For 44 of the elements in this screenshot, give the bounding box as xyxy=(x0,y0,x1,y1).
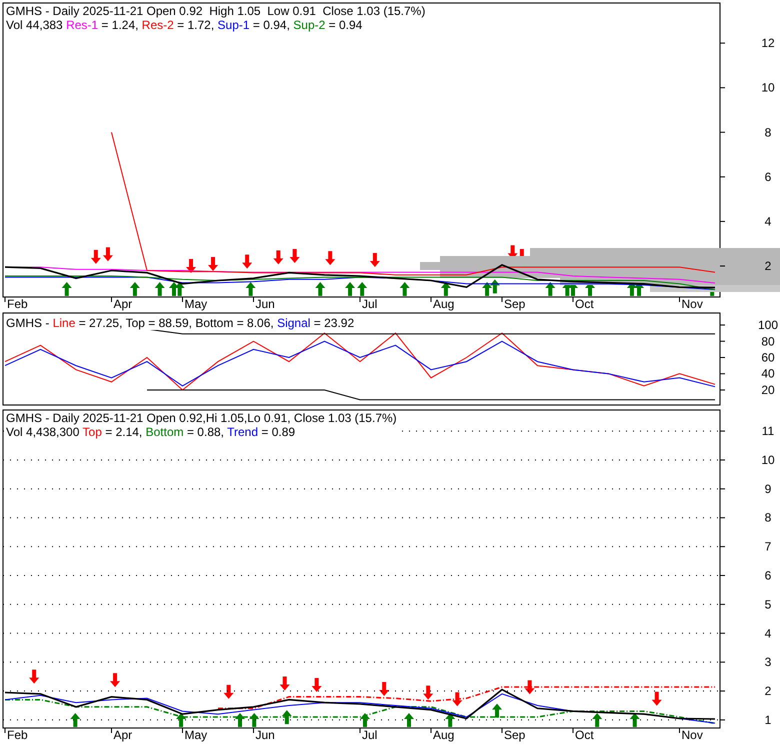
axis-tick-label: Oct xyxy=(575,728,594,742)
axis-tick-label: Sep xyxy=(504,297,526,311)
chart-legend: GMHS - Line = 27.25, Top = 88.59, Bottom = 8.06, Signal = 23.92 xyxy=(6,316,354,330)
chart-title: GMHS - Daily 2025-11-21 Open 0.92,Hi 1.05,Lo 0.91, Close 1.03 (15.7%) xyxy=(6,411,397,425)
axis-tick-label: 9 xyxy=(764,482,772,496)
axis-tick-label: 6 xyxy=(764,568,772,582)
axis-tick-label: 10 xyxy=(761,452,775,467)
axis-tick-label: 8 xyxy=(764,510,772,525)
axis-tick-label: Apr xyxy=(114,297,132,311)
axis-tick-label: Aug xyxy=(433,728,454,742)
axis-tick-label: Nov xyxy=(682,297,703,311)
axis-tick-label: Jul xyxy=(362,297,378,311)
axis-tick-label: 12 xyxy=(761,36,775,50)
axis-tick-label: Feb xyxy=(7,728,28,742)
axis-tick-label: Feb xyxy=(7,297,28,311)
axis-tick-label: Nov xyxy=(682,728,703,742)
axis-tick-label: 2 xyxy=(764,684,772,698)
axis-tick-label: 40 xyxy=(761,366,775,381)
chart-legend: Vol 4,438,300 Top = 2.14, Bottom = 0.88, Trend = 0.89 xyxy=(6,425,397,439)
axis-tick-label: Jun xyxy=(256,297,275,311)
axis-tick-label: May xyxy=(184,297,208,311)
axis-tick-label: Oct xyxy=(575,297,594,311)
axis-tick-label: May xyxy=(184,728,208,742)
axis-tick-label: Jun xyxy=(256,728,275,742)
axis-tick-label: Jul xyxy=(362,728,378,742)
chart-title: GMHS - Daily 2025-11-21 Open 0.92 High 1.05 Low 0.91 Close 1.03 (15.7%) xyxy=(6,4,426,18)
axis-tick-label: 10 xyxy=(761,80,775,95)
axis-tick-label: 3 xyxy=(764,655,772,670)
axis-tick-label: 11 xyxy=(762,424,774,438)
axis-tick-label: 7 xyxy=(764,540,772,554)
axis-tick-label: 8 xyxy=(764,125,772,140)
axis-tick-label: Aug xyxy=(433,297,454,311)
axis-tick-label: 1 xyxy=(764,712,772,727)
axis-tick-label: 6 xyxy=(764,170,772,184)
axis-tick-label: 5 xyxy=(764,597,772,612)
axis-tick-label: 4 xyxy=(764,626,772,640)
axis-tick-label: 4 xyxy=(764,214,772,228)
axis-tick-label: Apr xyxy=(114,728,132,742)
axis-tick-label: 2 xyxy=(764,259,772,274)
axis-tick-label: 60 xyxy=(761,350,775,364)
axis-tick-label: Sep xyxy=(504,728,526,742)
axis-tick-label: 20 xyxy=(761,382,775,397)
axis-tick-label: 80 xyxy=(761,334,775,348)
axis-tick-label: 100 xyxy=(758,318,778,332)
